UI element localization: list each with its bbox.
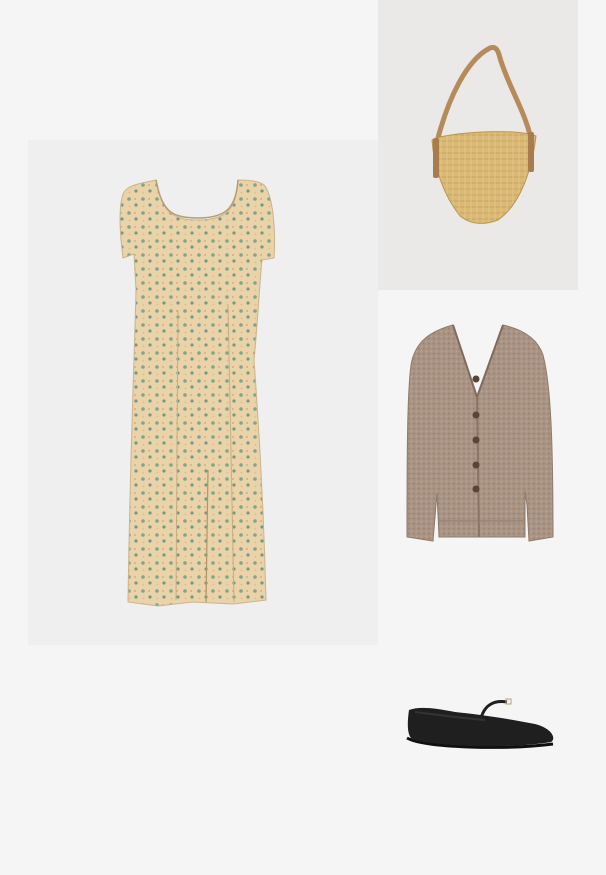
dress-product-card[interactable]	[28, 140, 378, 645]
shoes-product-card[interactable]	[395, 690, 565, 760]
cardigan-product-card[interactable]	[395, 315, 565, 550]
bag-product-card[interactable]	[378, 0, 578, 290]
straw-shoulder-bag-icon	[431, 45, 537, 224]
black-mary-jane-flats-icon	[406, 698, 554, 749]
knit-cardigan-icon	[406, 324, 554, 542]
floral-midi-dress-icon	[119, 179, 276, 607]
